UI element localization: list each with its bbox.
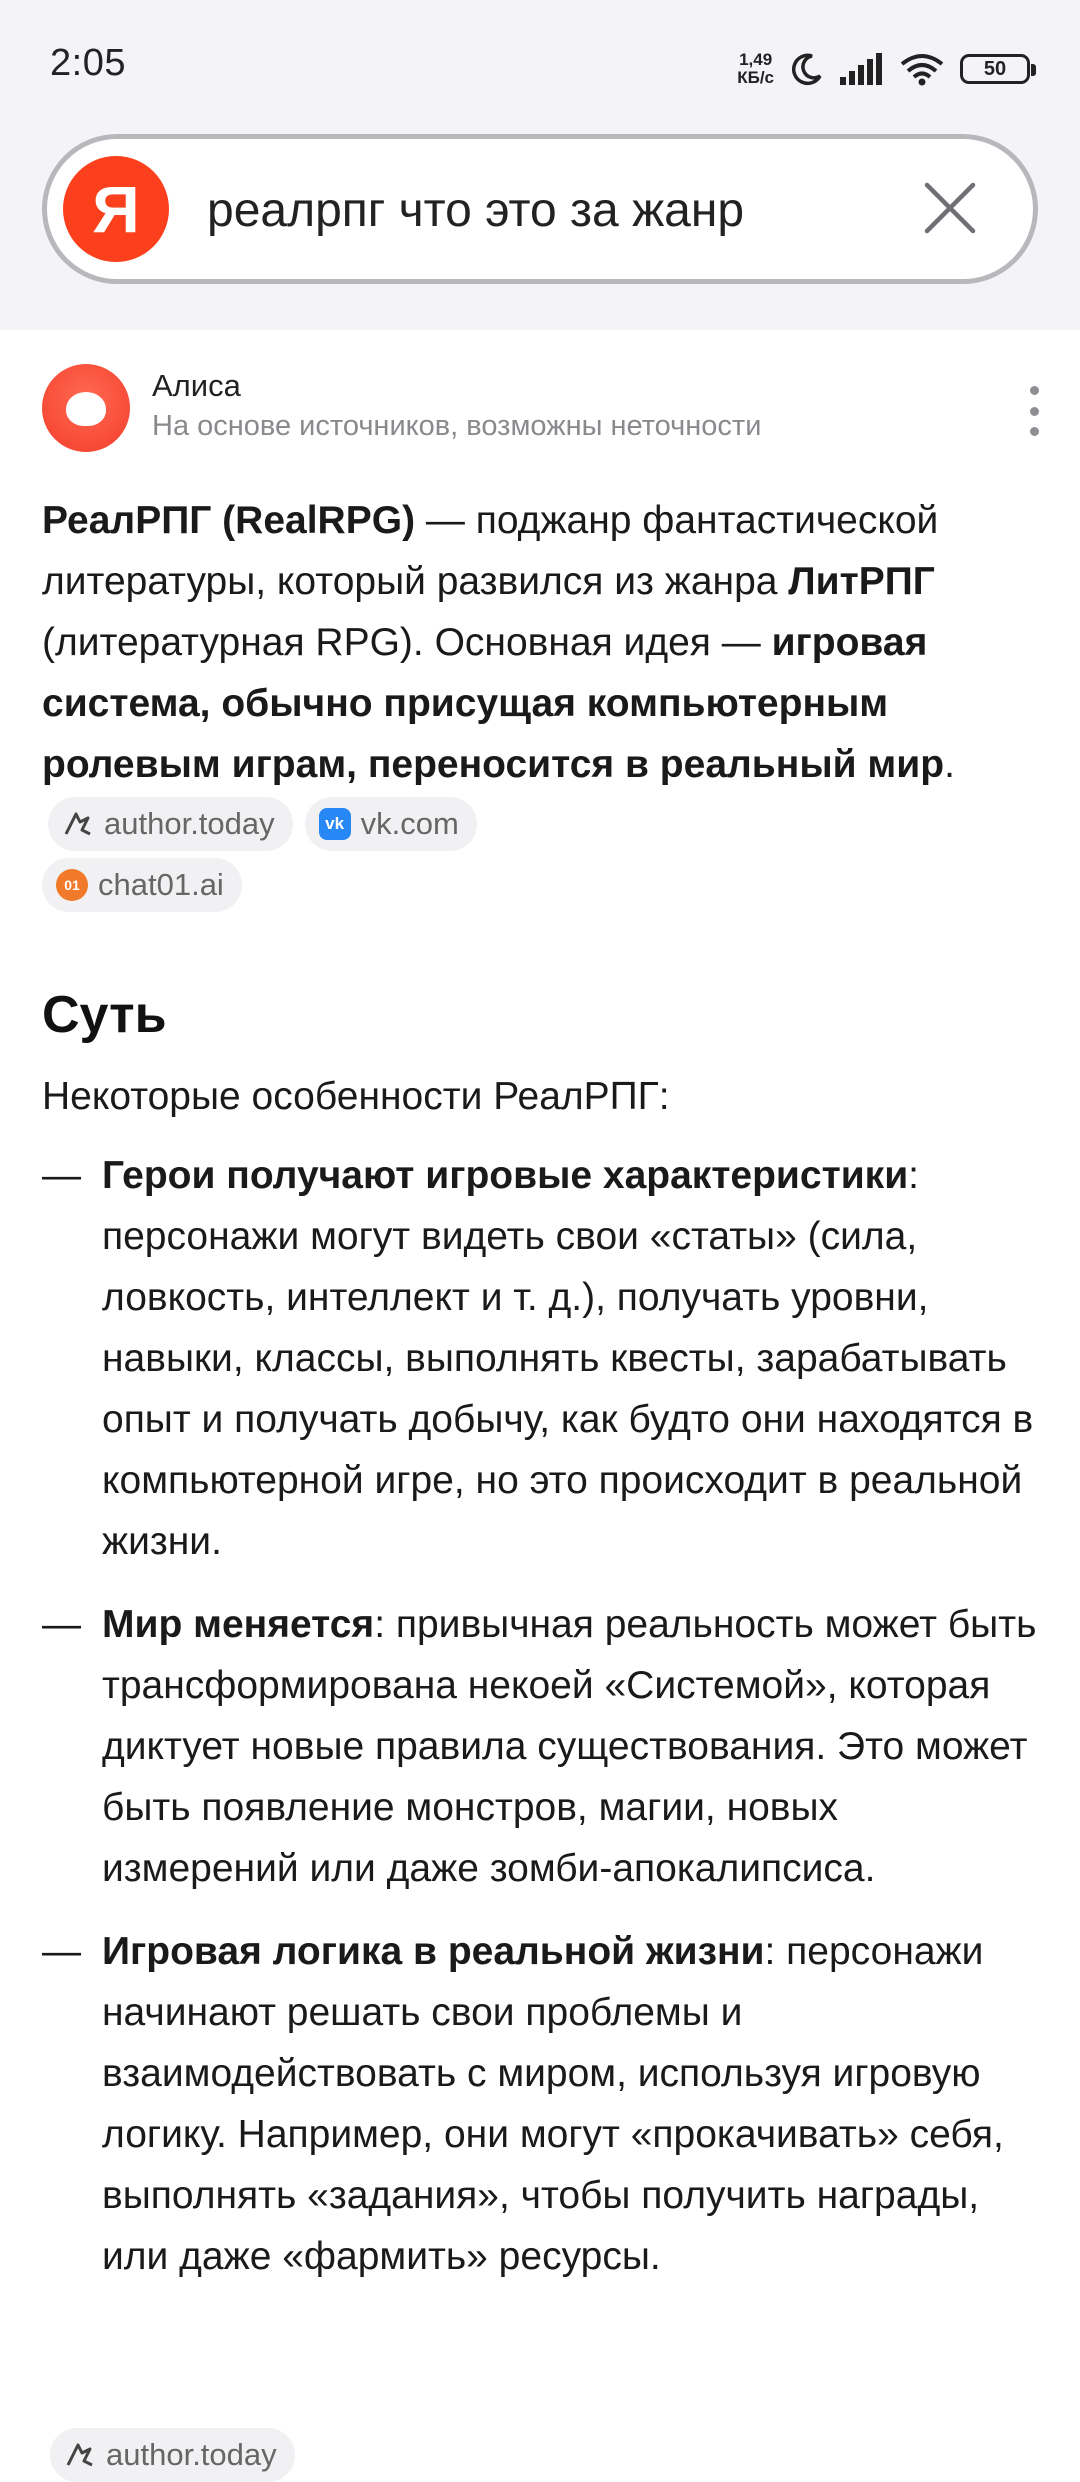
search-input[interactable]: реалрпг что это за жанр <box>207 183 744 238</box>
list-item-title: Герои получают игровые характеристики <box>102 1154 909 1197</box>
list-item-title: Игровая логика в реальной жизни <box>102 1930 765 1973</box>
battery-indicator: 50 <box>960 54 1036 84</box>
status-icons: 1,49 КБ/с 50 <box>737 44 1036 94</box>
chat01-icon: 01 <box>56 868 88 901</box>
network-speed-unit: КБ/с <box>737 68 774 87</box>
list-dash: — <box>42 1930 81 1973</box>
moon-icon <box>791 53 822 86</box>
wifi-icon <box>900 54 944 86</box>
status-time: 2:05 <box>50 42 126 84</box>
alice-avatar-icon <box>42 364 130 452</box>
answer-paragraph: РеалРПГ (RealRPG) — поджанр фантастическ… <box>42 490 1042 917</box>
answer-text-2: (литературная RPG). Основная идея — <box>42 621 772 664</box>
source-label: vk.com <box>360 805 459 841</box>
vk-icon: vk <box>318 807 351 840</box>
alice-answer-card: Алиса На основе источников, возможны нет… <box>0 330 1080 2482</box>
list-item-title: Мир меняется <box>102 1603 375 1646</box>
more-options-icon[interactable] <box>1024 386 1044 436</box>
list-item-text: : персонажи могут видеть свои «статы» (с… <box>102 1154 1034 1563</box>
author-today-icon <box>66 2443 93 2467</box>
close-icon[interactable] <box>917 175 983 241</box>
status-bar: 2:05 1,49 КБ/с 50 <box>0 0 1080 100</box>
list-dash: — <box>42 1154 81 1197</box>
feature-list: — Герои получают игровые характеристики:… <box>42 1145 1042 2309</box>
list-item-text: : привычная реальность может быть трансф… <box>102 1603 1037 1890</box>
source-chip-author-today[interactable]: author.today <box>48 796 293 851</box>
yandex-logo-icon[interactable]: Я <box>63 156 169 262</box>
alice-name: Алиса <box>152 368 241 403</box>
list-item: — Игровая логика в реальной жизни: персо… <box>42 1921 1042 2287</box>
search-box[interactable]: Я реалрпг что это за жанр <box>42 134 1038 284</box>
list-item: — Мир меняется: привычная реальность мож… <box>42 1594 1042 1899</box>
section-title: Суть <box>42 986 167 1044</box>
source-chip-author-today-bottom[interactable]: author.today <box>50 2428 295 2482</box>
list-item: — Герои получают игровые характеристики:… <box>42 1145 1042 1572</box>
source-chip-vk[interactable]: vk vk.com <box>304 796 477 851</box>
term-litrpg: ЛитРПГ <box>788 560 935 603</box>
source-label: author.today <box>104 805 275 841</box>
source-label: chat01.ai <box>98 866 224 902</box>
source-chip-chat01[interactable]: 01 chat01.ai <box>42 857 242 912</box>
search-header: Я реалрпг что это за жанр <box>0 100 1080 330</box>
source-label: author.today <box>106 2437 277 2472</box>
term-realrpg: РеалРПГ (RealRPG) <box>42 499 416 542</box>
list-dash: — <box>42 1603 81 1646</box>
network-speed-value: 1,49 <box>739 50 773 69</box>
network-speed: 1,49 КБ/с <box>737 51 774 87</box>
answer-text-end: . <box>944 743 955 786</box>
signal-icon <box>840 53 882 85</box>
author-today-icon <box>64 812 91 836</box>
list-item-text: : персонажи начинают решать свои проблем… <box>102 1930 1004 2278</box>
alice-disclaimer: На основе источников, возможны неточност… <box>152 410 762 442</box>
section-intro: Некоторые особенности РеалРПГ: <box>42 1075 670 1118</box>
